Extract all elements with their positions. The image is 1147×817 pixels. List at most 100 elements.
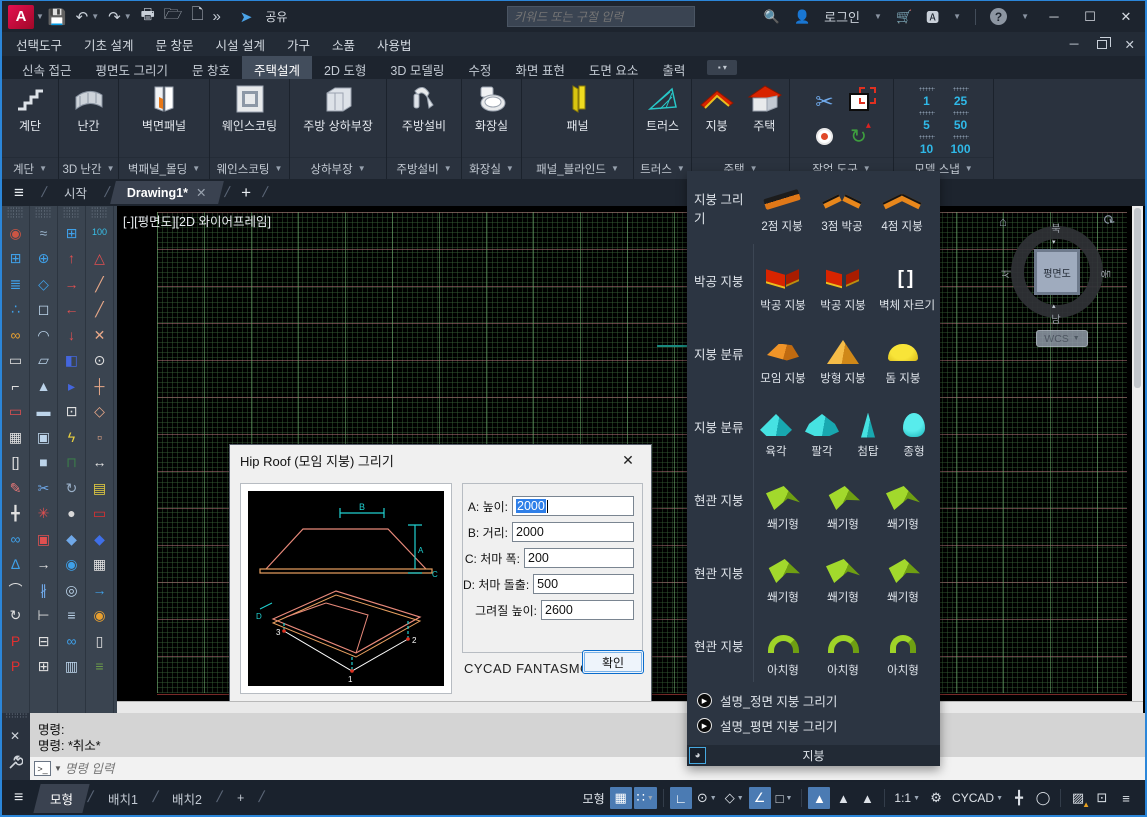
roof-item-wedge-2[interactable]: 쐐기형 bbox=[814, 483, 872, 536]
viewcube-south-label[interactable]: 남 bbox=[1051, 311, 1060, 326]
layout-tab-layout2[interactable]: 배치2 bbox=[156, 784, 219, 813]
viewcube-arrow-down[interactable]: ▴ bbox=[1052, 302, 1056, 310]
help-link-front-roof[interactable]: ▶설명_정면 지붕 그리기 bbox=[697, 688, 940, 713]
distance-input[interactable]: 2000 bbox=[512, 522, 634, 542]
eave-width-input[interactable]: 200 bbox=[524, 548, 634, 568]
constraint-icon[interactable]: ∞ bbox=[4, 322, 28, 348]
pline-p2-icon[interactable]: P bbox=[4, 654, 28, 680]
undo-icon[interactable]: ↶ bbox=[76, 8, 89, 26]
help-link-plan-roof[interactable]: ▶설명_평면 지붕 그리기 bbox=[697, 713, 940, 738]
ok-button[interactable]: 확인 bbox=[582, 650, 644, 674]
polar-tracking-toggle[interactable]: ⊙▼ bbox=[694, 787, 720, 809]
roof-item-3pt-gable[interactable]: 3점 박공 bbox=[813, 185, 871, 238]
bench-icon[interactable]: ⊓ bbox=[60, 450, 84, 476]
hatch-icon[interactable]: ▦ bbox=[4, 424, 28, 450]
trim-icon[interactable]: ▣ bbox=[32, 526, 56, 552]
open-icon[interactable]: 🗁 bbox=[164, 4, 183, 29]
wall-panel-button[interactable]: 벽면패널 bbox=[138, 83, 190, 134]
ribbon-tab-floorplan[interactable]: 평면도 그리기 bbox=[83, 56, 179, 79]
roof-item-pyramid[interactable]: 방형 지붕 bbox=[814, 337, 872, 390]
viewcube-west-label[interactable]: 서 bbox=[998, 269, 1013, 278]
intersection-icon[interactable]: ✕ bbox=[88, 322, 112, 348]
kitchen-fixture-button[interactable]: 주방설비 bbox=[398, 83, 450, 134]
command-close-icon[interactable]: ✕ bbox=[10, 729, 20, 743]
customization-menu-icon[interactable]: ≡ bbox=[1115, 787, 1137, 809]
roof-item-arch-2[interactable]: 아치형 bbox=[814, 629, 872, 682]
vertical-scrollbar[interactable] bbox=[1132, 206, 1143, 701]
measure-box-icon[interactable]: ⊟ bbox=[32, 628, 56, 654]
pin-panel-icon[interactable]: ◕ bbox=[689, 747, 706, 764]
redo-dropdown-icon[interactable]: ▼ bbox=[124, 12, 132, 21]
union-icon[interactable]: ▱ bbox=[32, 348, 56, 374]
user-icon[interactable]: 👤 bbox=[794, 9, 810, 25]
cone-solid-icon[interactable]: ▲ bbox=[32, 373, 56, 399]
menu-item-select-tools[interactable]: 선택도구 bbox=[16, 35, 62, 54]
roof-item-wall-trim[interactable]: []벽체 자르기 bbox=[874, 264, 940, 317]
plot-icon[interactable]: 🖶 bbox=[141, 4, 155, 29]
window-grid-icon[interactable]: ⊞ bbox=[60, 220, 84, 246]
viewcube-home-icon[interactable]: ⌂ bbox=[999, 214, 1007, 229]
new-layout-button[interactable]: + bbox=[221, 786, 260, 810]
ribbon-tab-display[interactable]: 화면 표현 bbox=[503, 56, 576, 79]
link-chain-icon[interactable]: ∞ bbox=[60, 628, 84, 654]
layout-menu-icon[interactable]: ≡ bbox=[14, 789, 23, 807]
isometric-drafting-toggle[interactable]: ◇▼ bbox=[722, 787, 747, 809]
box-copy-icon[interactable]: ▣ bbox=[32, 424, 56, 450]
isolate-objects-icon[interactable]: ◯ bbox=[1032, 787, 1054, 809]
triangle-snap-icon[interactable]: △ bbox=[88, 246, 112, 272]
toolbar-grip[interactable]: ∷∷∷∷∷∷ bbox=[91, 208, 107, 220]
zoom-window-icon[interactable]: ⊡ bbox=[60, 399, 84, 425]
spline-icon[interactable]: ≈ bbox=[32, 220, 56, 246]
panel-footer-truss[interactable]: 트러스▼ bbox=[634, 157, 691, 179]
roof-item-hexagonal[interactable]: 육각 bbox=[754, 410, 798, 463]
quick-view-icon[interactable]: ϟ bbox=[60, 424, 84, 450]
box-blue-icon[interactable]: ◧ bbox=[60, 348, 84, 374]
ribbon-tab-house-design[interactable]: 주택설계 bbox=[242, 56, 312, 79]
view-cube[interactable]: ⌂ ⟳ 북 남 동 서 평면도 ▾ ▴ bbox=[997, 214, 1115, 334]
viewports-icon[interactable]: ▦ bbox=[88, 552, 112, 578]
stretch-right-icon[interactable]: → bbox=[60, 271, 84, 297]
stretch-up-icon[interactable]: ↑ bbox=[60, 246, 84, 272]
login-label[interactable]: 로그인 bbox=[824, 7, 860, 26]
toolbar-grip[interactable]: ∷∷∷∷∷∷ bbox=[35, 208, 51, 220]
rotate-icon[interactable]: ↻ bbox=[4, 603, 28, 629]
tab-start[interactable]: 시작 bbox=[47, 179, 105, 206]
menu-item-props[interactable]: 소품 bbox=[332, 35, 355, 54]
height-input[interactable]: 2000 bbox=[512, 496, 634, 516]
close-button[interactable]: ✕ bbox=[1115, 9, 1137, 25]
cube-blue-icon[interactable]: ◆ bbox=[88, 526, 112, 552]
tab-close-icon[interactable]: ✕ bbox=[196, 185, 206, 200]
snap-marker-toggle[interactable]: ▲ bbox=[832, 787, 854, 809]
snap-100-icon[interactable]: 100 bbox=[88, 220, 112, 246]
mirror-icon[interactable]: ∆ bbox=[4, 552, 28, 578]
cylinder-icon[interactable]: ◎ bbox=[60, 577, 84, 603]
draw-height-input[interactable]: 2600 bbox=[541, 600, 634, 620]
share-icon[interactable]: ➤ bbox=[240, 8, 253, 26]
fillet-icon[interactable]: ⌒ bbox=[4, 577, 28, 603]
roof-item-wedge-6[interactable]: 쐐기형 bbox=[874, 556, 932, 609]
ribbon-tab-2d-shapes[interactable]: 2D 도형 bbox=[312, 56, 378, 79]
orbit-icon[interactable]: ↻ bbox=[60, 475, 84, 501]
roof-item-gable-2[interactable]: 박공 지붕 bbox=[814, 264, 872, 317]
viewcube-east-label[interactable]: 동 bbox=[1099, 269, 1114, 278]
roof-item-wedge-5[interactable]: 쐐기형 bbox=[814, 556, 872, 609]
toolbar-grip[interactable]: ∷∷∷∷∷∷ bbox=[7, 208, 23, 220]
roof-item-hip[interactable]: 모임 지붕 bbox=[754, 337, 812, 390]
panel-button[interactable]: 패널 bbox=[557, 83, 599, 134]
red-frame-icon[interactable]: ▭ bbox=[88, 501, 112, 527]
customize-more-icon[interactable]: » bbox=[212, 8, 220, 25]
new-tab-button[interactable]: + bbox=[241, 183, 251, 203]
menu-item-door-window[interactable]: 문 창문 bbox=[156, 35, 194, 54]
trim-wipeout-icon[interactable] bbox=[849, 93, 869, 111]
panel-footer-3d-railing[interactable]: 3D 난간▼ bbox=[59, 157, 118, 179]
app-dropdown-icon[interactable]: ▼ bbox=[953, 12, 961, 21]
layers-icon[interactable]: ≡ bbox=[88, 654, 112, 680]
model-snap-1[interactable]: 1 bbox=[910, 85, 944, 109]
slab-icon[interactable]: ▬ bbox=[32, 399, 56, 425]
wainscoting-button[interactable]: 웨인스코팅 bbox=[218, 83, 281, 134]
model-snap-10[interactable]: 10 bbox=[910, 133, 944, 157]
ruler-icon[interactable]: ▤ bbox=[88, 475, 112, 501]
wmf-export-icon[interactable]: → bbox=[88, 577, 112, 603]
box-3d-icon[interactable]: ◻ bbox=[32, 297, 56, 323]
bathroom-button[interactable]: 화장실 bbox=[471, 83, 513, 134]
